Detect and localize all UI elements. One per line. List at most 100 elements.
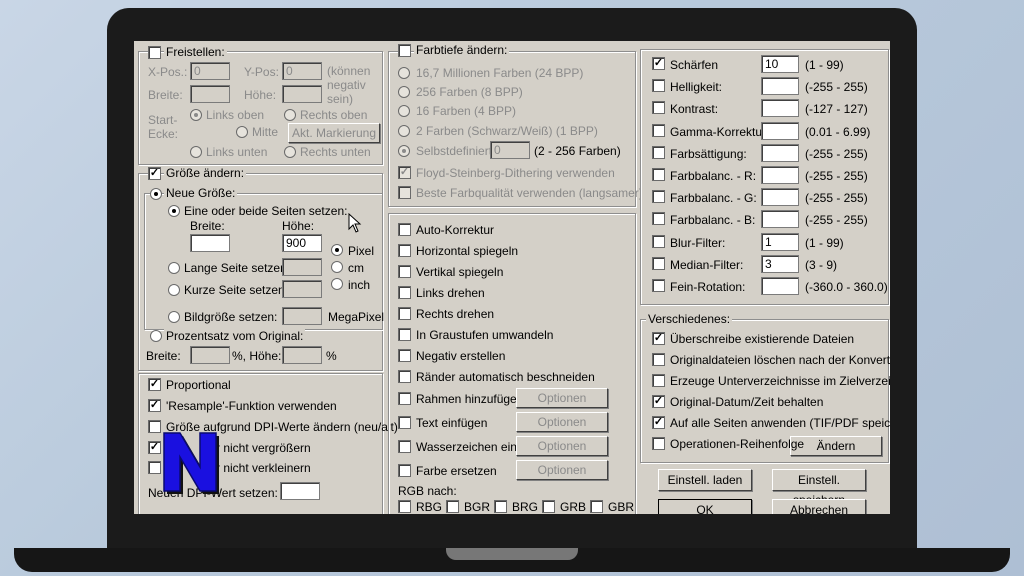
filter-checkbox[interactable]: ✓ [652, 57, 665, 70]
depth-4-radio[interactable] [398, 105, 410, 117]
resize-checkbox[interactable]: ✓ [148, 167, 161, 180]
percent-radio[interactable] [150, 330, 162, 342]
new-size-radio[interactable] [150, 188, 162, 200]
filter-value-input[interactable]: 3 [761, 254, 799, 273]
corner-top-right-radio[interactable] [284, 109, 296, 121]
depth-custom-label: Selbstdefiniert: [416, 144, 496, 158]
long-side-input[interactable] [282, 258, 322, 276]
filter-value-input[interactable] [761, 210, 799, 229]
ok-button[interactable]: OK [658, 499, 752, 514]
options-button[interactable]: Optionen [516, 436, 608, 456]
color-depth-label: Farbtiefe ändern: [414, 43, 510, 57]
depth-24-radio[interactable] [398, 67, 410, 79]
depth-1-radio[interactable] [398, 125, 410, 137]
crop-checkbox[interactable] [148, 46, 161, 59]
rgb-checkbox[interactable] [398, 500, 411, 513]
filter-checkbox[interactable] [652, 212, 665, 226]
crop-width-input[interactable] [190, 85, 230, 103]
op-checkbox[interactable] [398, 349, 411, 362]
filter-checkbox[interactable] [652, 234, 665, 248]
unit-inch-radio[interactable] [331, 278, 343, 290]
rgb-option-label: RBG [416, 500, 443, 514]
filter-value-input[interactable] [761, 77, 799, 96]
filter-checkbox[interactable] [652, 145, 665, 159]
corner-bottom-left-radio[interactable] [190, 146, 202, 158]
best-quality-checkbox[interactable] [398, 186, 411, 199]
filter-checkbox[interactable] [652, 101, 665, 115]
misc-checkbox[interactable] [652, 374, 665, 387]
filter-value-input[interactable]: 10 [761, 55, 799, 73]
misc-checkbox[interactable]: ✓ [652, 416, 665, 429]
option-op-checkbox[interactable] [398, 440, 411, 453]
no-enlarge-label: r nicht vergrößern [216, 441, 311, 455]
cancel-button[interactable]: Abbrechen [772, 499, 866, 514]
akt-markierung-button[interactable]: Akt. Markierung [288, 123, 380, 143]
op-checkbox[interactable] [398, 307, 411, 320]
option-op-checkbox[interactable] [398, 464, 411, 477]
pct-height-input[interactable] [282, 346, 322, 364]
op-checkbox[interactable] [398, 328, 411, 341]
new-dpi-input[interactable] [280, 482, 320, 500]
one-or-both-radio[interactable] [168, 205, 180, 217]
filter-checkbox[interactable] [652, 123, 665, 137]
corner-center-radio[interactable] [236, 126, 248, 138]
depth-custom-input[interactable]: 0 [490, 141, 530, 159]
crop-height-input[interactable] [282, 85, 322, 103]
best-quality-label: Beste Farbqualität verwenden (langsamer) [416, 186, 643, 200]
long-side-radio[interactable] [168, 262, 180, 274]
filter-range: (-255 - 255) [805, 80, 868, 95]
short-side-input[interactable] [282, 280, 322, 298]
op-checkbox[interactable] [398, 370, 411, 383]
rgb-checkbox[interactable] [494, 500, 507, 513]
floyd-checkbox[interactable]: ✓ [398, 166, 411, 179]
filter-checkbox[interactable] [652, 256, 665, 270]
op-checkbox[interactable] [398, 223, 411, 236]
misc-checkbox[interactable] [652, 353, 665, 366]
filter-checkbox[interactable] [652, 279, 665, 292]
unit-pixel-radio[interactable] [331, 244, 343, 256]
load-settings-button[interactable]: Einstell. laden [658, 469, 752, 491]
misc-checkbox[interactable] [652, 437, 665, 450]
rgb-checkbox[interactable] [446, 500, 459, 513]
depth-custom-radio[interactable] [398, 145, 410, 157]
op-checkbox[interactable] [398, 244, 411, 257]
short-side-radio[interactable] [168, 284, 180, 296]
unit-cm-radio[interactable] [331, 261, 343, 273]
save-settings-button[interactable]: Einstell. speichern [772, 469, 866, 507]
op-checkbox[interactable] [398, 265, 411, 278]
resample-checkbox[interactable]: ✓ [148, 399, 161, 412]
depth-8-radio[interactable] [398, 86, 410, 98]
filter-checkbox[interactable] [652, 168, 665, 181]
corner-bottom-right-radio[interactable] [284, 146, 296, 158]
op-checkbox[interactable] [398, 286, 411, 299]
option-op-checkbox[interactable] [398, 392, 411, 405]
pct-width-input[interactable] [190, 346, 230, 364]
misc-checkbox[interactable]: ✓ [652, 395, 665, 408]
filter-value-input[interactable] [761, 99, 799, 118]
options-button[interactable]: Optionen [516, 460, 608, 480]
filter-value-input[interactable] [761, 143, 799, 162]
options-button[interactable]: Optionen [516, 388, 608, 408]
filter-value-input[interactable]: 1 [761, 232, 799, 251]
picture-size-radio[interactable] [168, 311, 180, 323]
filter-checkbox[interactable] [652, 79, 665, 93]
rgb-checkbox[interactable] [542, 500, 555, 513]
y-pos-input[interactable]: 0 [282, 62, 322, 80]
filter-value-input[interactable] [761, 188, 799, 207]
color-depth-checkbox[interactable] [398, 44, 411, 57]
picture-size-input[interactable] [282, 307, 322, 325]
filter-checkbox[interactable] [652, 190, 665, 204]
filter-value-input[interactable] [761, 277, 799, 295]
proportional-checkbox[interactable]: ✓ [148, 378, 161, 391]
resize-width-input[interactable] [190, 234, 230, 252]
filter-label: Helligkeit: [670, 80, 723, 95]
rgb-checkbox[interactable] [590, 500, 603, 513]
resize-height-input[interactable]: 900 [282, 234, 322, 252]
filter-value-input[interactable] [761, 121, 799, 140]
option-op-checkbox[interactable] [398, 416, 411, 429]
corner-top-left-radio[interactable] [190, 109, 202, 121]
misc-checkbox[interactable]: ✓ [652, 332, 665, 345]
options-button[interactable]: Optionen [516, 412, 608, 432]
x-pos-input[interactable]: 0 [190, 62, 230, 80]
filter-value-input[interactable] [761, 166, 799, 184]
